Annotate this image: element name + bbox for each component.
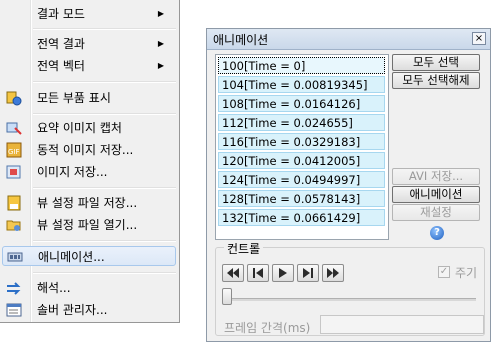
save-view-icon (6, 195, 22, 211)
list-item[interactable]: 112[Time = 0.024655] (218, 114, 385, 131)
menu-item-analysis[interactable]: 해석... (2, 278, 176, 298)
list-item[interactable]: 100[Time = 0] (218, 57, 385, 74)
submenu-arrow-icon: ▶ (157, 61, 164, 70)
list-item[interactable]: 132[Time = 0.0661429] (218, 209, 385, 226)
rewind-button[interactable] (222, 264, 244, 282)
menu-item-global-result[interactable]: 전역 결과 ▶ (2, 34, 176, 54)
help-icon[interactable]: ? (430, 226, 444, 240)
fast-forward-button[interactable] (322, 264, 344, 282)
animation-button[interactable]: 애니메이션 (392, 186, 480, 203)
animation-icon (7, 249, 23, 265)
cycle-label: 주기 (455, 266, 478, 280)
menu-item-label: 결과 모드 (37, 7, 85, 21)
list-item[interactable]: 128[Time = 0.0578143] (218, 190, 385, 207)
play-icon (279, 268, 287, 278)
step-forward-icon (303, 268, 313, 278)
list-item[interactable]: 116[Time = 0.0329183] (218, 133, 385, 150)
menu-item-save-view-settings[interactable]: 뷰 설정 파일 저장... (2, 193, 176, 213)
menu-item-label: 뷰 설정 파일 열기... (37, 218, 138, 232)
menu-item-label: 전역 결과 (37, 37, 85, 51)
frame-interval-label: 프레임 간격(ms) (224, 321, 311, 335)
cycle-checkbox[interactable]: ✓ (438, 266, 450, 278)
menu-separator (33, 81, 176, 83)
frame-interval-field[interactable] (320, 315, 484, 334)
fast-forward-icon (327, 268, 339, 278)
list-item[interactable]: 108[Time = 0.0164126] (218, 95, 385, 112)
gif-save-icon: GIF (6, 142, 22, 158)
frame-slider-thumb[interactable] (222, 288, 232, 305)
image-save-icon (6, 164, 22, 180)
menu-separator (33, 28, 176, 30)
frame-list[interactable]: 100[Time = 0] 104[Time = 0.00819345] 108… (215, 54, 389, 240)
menu-item-label: 모든 부품 표시 (37, 91, 111, 105)
svg-text:GIF: GIF (8, 148, 20, 156)
select-all-button[interactable]: 모두 선택 (392, 54, 480, 71)
control-group-label: 컨트롤 (224, 240, 264, 257)
solver-manager-icon (6, 302, 22, 318)
context-menu: 결과 모드 ▶ 전역 결과 ▶ 전역 벡터 ▶ 모든 부품 표시 요약 이미지 … (0, 0, 180, 323)
analysis-icon (6, 280, 22, 296)
rewind-icon (227, 268, 239, 278)
avi-save-button[interactable]: AVI 저장... (392, 168, 480, 185)
menu-item-open-view-settings[interactable]: 뷰 설정 파일 열기... (2, 215, 176, 235)
dialog-titlebar[interactable]: 애니메이션 × (207, 29, 490, 50)
menu-item-label: 뷰 설정 파일 저장... (37, 196, 138, 210)
step-back-icon (253, 268, 263, 278)
menu-item-label: 이미지 저장... (37, 165, 108, 179)
menu-item-save-dynamic-image[interactable]: GIF 동적 이미지 저장... (2, 140, 176, 160)
list-item[interactable]: 104[Time = 0.00819345] (218, 76, 385, 93)
control-group: 컨트롤 ✓ 주기 프레임 간격(ms) (215, 240, 485, 336)
submenu-arrow-icon: ▶ (157, 39, 164, 48)
menu-item-save-image[interactable]: 이미지 저장... (2, 162, 176, 182)
animation-dialog: 애니메이션 × 100[Time = 0] 104[Time = 0.00819… (206, 28, 491, 342)
capture-icon (6, 120, 22, 136)
menu-item-label: 동적 이미지 저장... (37, 143, 134, 157)
menu-item-label: 요약 이미지 캡처 (37, 121, 122, 135)
menu-separator (33, 113, 176, 115)
reset-button[interactable]: 재설정 (392, 204, 480, 221)
step-forward-button[interactable] (297, 264, 319, 282)
menu-item-label: 전역 벡터 (37, 59, 85, 73)
menu-item-summary-capture[interactable]: 요약 이미지 캡처 (2, 118, 176, 138)
menu-separator (33, 187, 176, 189)
menu-item-solver-manager[interactable]: 솔버 관리자... (2, 300, 176, 320)
menu-item-label: 해석... (37, 281, 71, 295)
play-button[interactable] (272, 264, 294, 282)
open-view-icon (6, 217, 22, 233)
menu-item-result-mode[interactable]: 결과 모드 ▶ (2, 4, 176, 24)
menu-item-label: 애니메이션... (38, 250, 105, 264)
submenu-arrow-icon: ▶ (157, 9, 164, 18)
frame-slider-track[interactable] (224, 298, 476, 301)
close-icon[interactable]: × (472, 32, 486, 45)
dialog-title: 애니메이션 (213, 33, 269, 47)
menu-item-global-vector[interactable]: 전역 벡터 ▶ (2, 56, 176, 76)
menu-item-animation[interactable]: 애니메이션... (2, 246, 176, 266)
list-item[interactable]: 120[Time = 0.0412005] (218, 152, 385, 169)
menu-item-label: 솔버 관리자... (37, 303, 108, 317)
step-back-button[interactable] (247, 264, 269, 282)
deselect-all-button[interactable]: 모두 선택해제 (392, 72, 480, 89)
show-parts-icon (6, 90, 22, 106)
menu-separator (33, 240, 176, 242)
list-item[interactable]: 124[Time = 0.0494997] (218, 171, 385, 188)
menu-separator (33, 272, 176, 274)
menu-item-show-all-parts[interactable]: 모든 부품 표시 (2, 88, 176, 108)
